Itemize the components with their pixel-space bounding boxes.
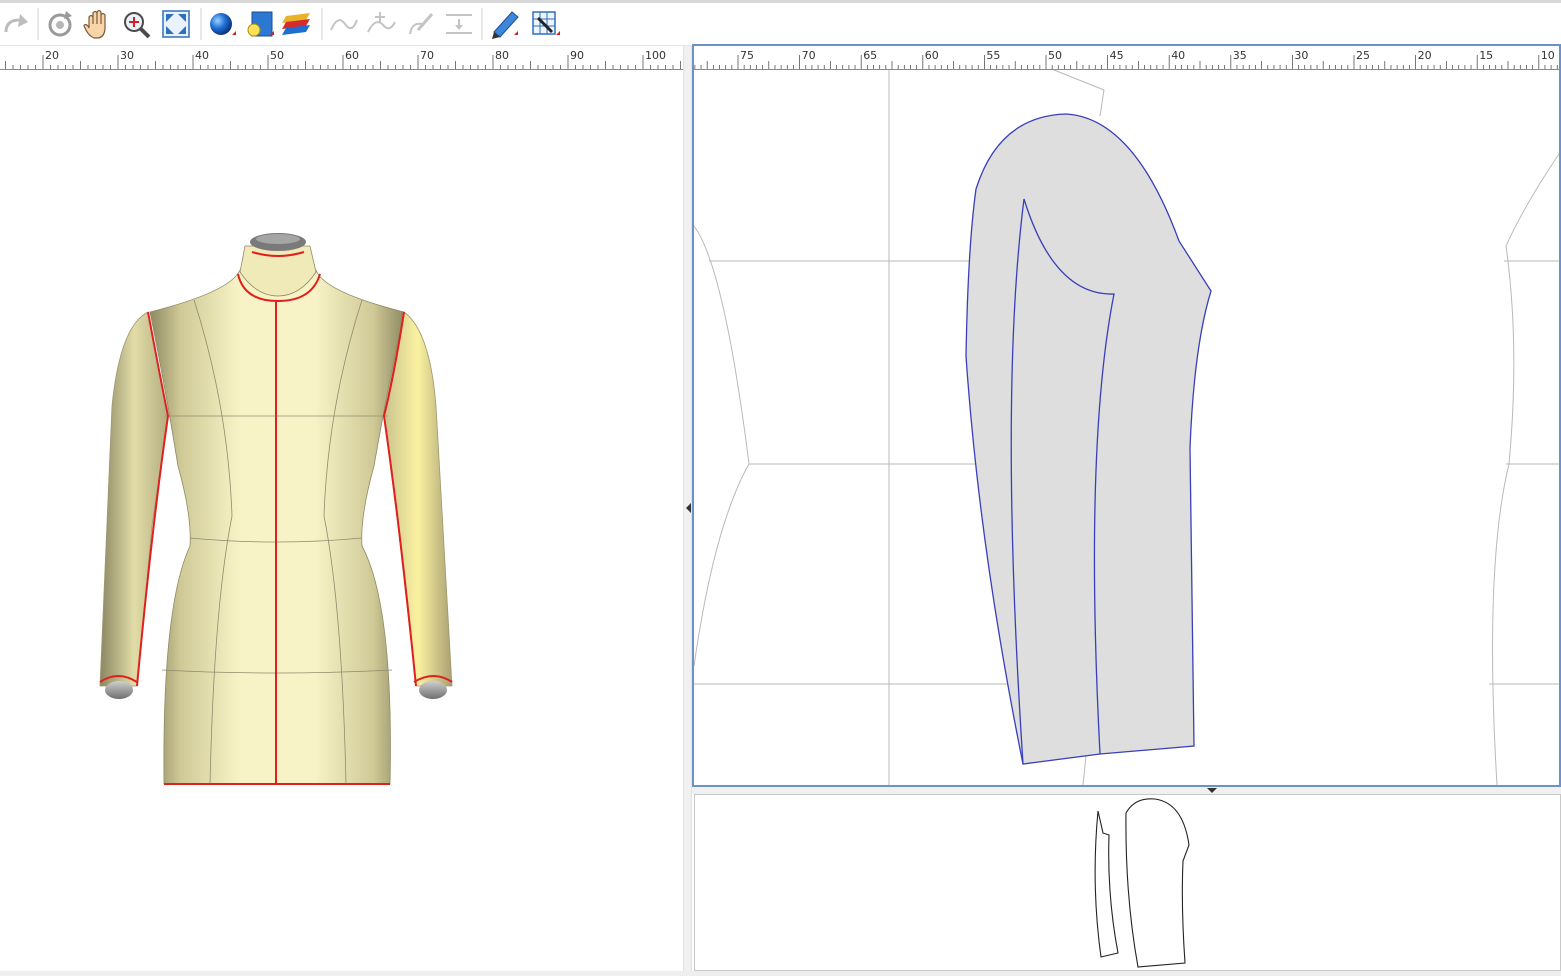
shading-button[interactable]	[210, 13, 236, 35]
collapse-left-arrow-icon	[686, 503, 691, 513]
zoom-button[interactable]	[124, 12, 151, 39]
ruler-label: 40	[1171, 49, 1185, 62]
collapse-down-arrow-icon	[1207, 788, 1217, 793]
redo-button[interactable]	[4, 14, 28, 33]
rotate-icon	[48, 11, 72, 37]
hand-icon	[83, 9, 106, 39]
status-strip	[0, 971, 1561, 976]
ruler-label: 15	[1479, 49, 1493, 62]
mannequin-3d[interactable]	[99, 233, 453, 785]
settings-button[interactable]	[532, 11, 560, 35]
ruler-label: 90	[570, 49, 584, 62]
ruler-label: 50	[270, 49, 284, 62]
grid-settings-icon	[532, 11, 560, 35]
ruler-label: 65	[863, 49, 877, 62]
ruler-label: 20	[45, 49, 59, 62]
zoom-in-icon	[124, 12, 151, 39]
ruler-label: 80	[495, 49, 509, 62]
edit-curve-icon	[409, 13, 434, 35]
measure-button[interactable]	[492, 11, 519, 39]
lighting-button[interactable]	[247, 11, 274, 37]
ruler-pencil-icon	[492, 11, 519, 39]
light-panel-icon	[247, 11, 274, 37]
ruler-label: 55	[986, 49, 1000, 62]
vertical-splitter[interactable]	[683, 46, 692, 971]
align-icon	[446, 14, 472, 34]
add-point-button[interactable]	[367, 12, 396, 33]
overview-pane[interactable]	[694, 794, 1561, 971]
ruler-label: 60	[925, 49, 939, 62]
pattern-ruler: 75 70 65 60 55 50 45 40 35 30 25 20 15 10	[694, 46, 1559, 70]
redo-icon	[4, 14, 28, 33]
curve-icon	[330, 19, 358, 31]
overview-pattern-pieces	[1094, 798, 1190, 968]
ruler-label: 75	[740, 49, 754, 62]
ruler-label: 45	[1110, 49, 1124, 62]
edit-curve-button[interactable]	[409, 13, 434, 35]
curve-button[interactable]	[330, 19, 358, 31]
toolbar	[0, 0, 1561, 46]
ruler-label: 25	[1356, 49, 1370, 62]
ruler-label: 20	[1418, 49, 1432, 62]
3d-view-pane[interactable]: 20 30 40 50 60 70 80 90 100	[0, 46, 683, 971]
ruler-label: 100	[645, 49, 666, 62]
app-window: 20 30 40 50 60 70 80 90 100 75 70 65 60 …	[0, 0, 1561, 976]
layers-icon	[282, 13, 310, 35]
ruler-label: 10	[1541, 49, 1555, 62]
ruler-label: 70	[802, 49, 816, 62]
align-button[interactable]	[446, 14, 472, 34]
rotate-view-button[interactable]	[48, 11, 72, 37]
sleeve-pattern-piece[interactable]	[965, 113, 1212, 765]
ruler-label: 40	[195, 49, 209, 62]
ruler-label: 50	[1048, 49, 1062, 62]
fit-view-button[interactable]	[162, 10, 190, 38]
pattern-view-pane[interactable]: 75 70 65 60 55 50 45 40 35 30 25 20 15 10	[692, 44, 1561, 787]
ruler-label: 70	[420, 49, 434, 62]
ruler-label: 30	[120, 49, 134, 62]
add-point-curve-icon	[367, 12, 396, 33]
fit-to-window-icon	[162, 10, 190, 38]
ruler-label: 30	[1294, 49, 1308, 62]
layers-button[interactable]	[282, 13, 310, 35]
pan-button[interactable]	[83, 9, 106, 39]
horizontal-splitter[interactable]	[692, 787, 1561, 794]
ruler-label: 60	[345, 49, 359, 62]
left-ruler: 20 30 40 50 60 70 80 90 100	[0, 46, 683, 70]
sphere-icon	[210, 13, 236, 35]
ruler-label: 35	[1233, 49, 1247, 62]
